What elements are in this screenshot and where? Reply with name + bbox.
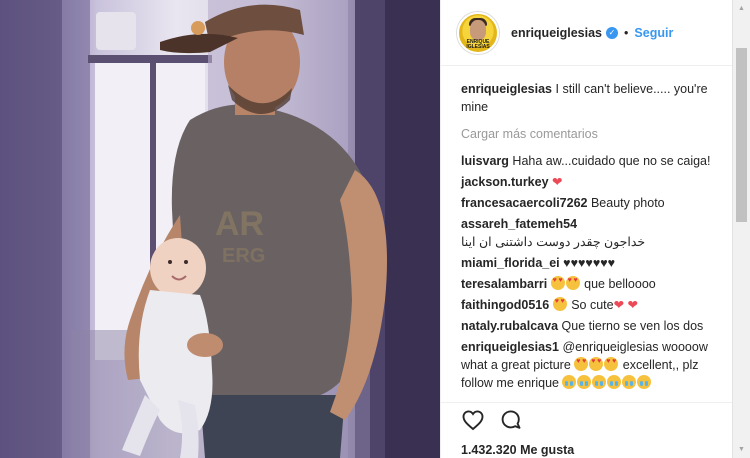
svg-text:ERG: ERG — [222, 245, 265, 267]
page-scrollbar[interactable]: ▲ ▼ — [732, 0, 750, 458]
actions-divider — [441, 402, 733, 403]
heart-eyes-emoji-icon — [589, 357, 604, 371]
comment-text: خداجون چقدر دوست داشتنی ان اینا — [461, 235, 646, 249]
separator-dot: • — [624, 25, 629, 40]
crying-emoji-icon — [577, 375, 592, 389]
comment-username[interactable]: nataly.rubalcava — [461, 319, 558, 333]
comment-username[interactable]: luisvarg — [461, 154, 509, 168]
scroll-up-icon[interactable]: ▲ — [733, 0, 750, 17]
crying-emoji-icon — [607, 375, 622, 389]
comment-username[interactable]: faithingod0516 — [461, 298, 549, 312]
comment-username[interactable]: jackson.turkey — [461, 175, 549, 189]
comment-item: assareh_fatemeh54 خداجون چقدر دوست داشتن… — [461, 215, 717, 251]
comment-text: ♥♥♥♥♥♥♥ — [563, 256, 616, 270]
verified-check-icon: ✓ — [606, 26, 619, 39]
comment-username[interactable]: francesacaercoli7262 — [461, 196, 587, 210]
comment-username[interactable]: miami_florida_ei — [461, 256, 560, 270]
heart-emoji: ❤ — [552, 175, 563, 189]
comment-item: jackson.turkey ❤ — [461, 173, 717, 191]
post-actions — [461, 408, 523, 432]
crying-emoji-icon — [562, 375, 577, 389]
post-photo[interactable]: AR ERG — [0, 0, 440, 458]
heart-eyes-emoji-icon — [565, 276, 580, 290]
heart-eyes-emoji-icon — [574, 357, 589, 371]
crying-emoji-icon — [592, 375, 607, 389]
comment-username[interactable]: assareh_fatemeh54 — [461, 217, 577, 231]
caption: enriqueiglesias I still can't believe...… — [461, 80, 717, 116]
comment-text: Haha aw...cuidado que no se caiga! — [512, 154, 711, 168]
scrollbar-thumb[interactable] — [736, 48, 747, 222]
heart-outline-icon[interactable] — [461, 408, 485, 432]
comment-item: miami_florida_ei ♥♥♥♥♥♥♥ — [461, 254, 717, 272]
post-header: ENRIQUE IGLESIAS enriqueiglesias ✓ • Seg… — [441, 0, 733, 66]
post-username[interactable]: enriqueiglesias — [511, 26, 602, 40]
likes-count[interactable]: 1.432.320 Me gusta — [461, 443, 574, 457]
follow-button[interactable]: Seguir — [634, 26, 673, 40]
comment-item: nataly.rubalcava Que tierno se ven los d… — [461, 317, 717, 335]
avatar-text: ENRIQUE IGLESIAS — [466, 38, 490, 50]
comment-item: teresalambarri que belloooo — [461, 275, 717, 293]
heart-eyes-emoji-icon — [604, 357, 619, 371]
avatar-face — [470, 19, 486, 40]
comment-item: faithingod0516 So cute❤ ❤ — [461, 296, 717, 314]
heart-eyes-emoji-icon — [550, 276, 565, 290]
comment-text: Beauty photo — [590, 196, 665, 210]
comment-item: enriqueiglesias1 @enriqueiglesias woooow… — [461, 338, 717, 392]
scroll-down-icon[interactable]: ▼ — [733, 441, 750, 458]
crying-emoji-icon — [622, 375, 637, 389]
comment-item: luisvarg Haha aw...cuidado que no se cai… — [461, 152, 717, 170]
heart-eyes-emoji-icon — [552, 297, 567, 311]
comment-username[interactable]: teresalambarri — [461, 277, 547, 291]
comment-bubble-icon[interactable] — [499, 408, 523, 432]
crying-emoji-icon — [637, 375, 652, 389]
comments-list: enriqueiglesias I still can't believe...… — [441, 66, 733, 392]
comment-username[interactable]: enriqueiglesias1 — [461, 340, 559, 354]
load-more-comments-button[interactable]: Cargar más comentarios — [461, 126, 717, 142]
heart-emoji: ❤ ❤ — [613, 298, 638, 312]
caption-username[interactable]: enriqueiglesias — [461, 82, 552, 96]
svg-text:AR: AR — [215, 205, 264, 243]
comment-text: Que tierno se ven los dos — [561, 319, 704, 333]
avatar[interactable]: ENRIQUE IGLESIAS — [457, 11, 499, 54]
comment-text: que belloooo — [584, 277, 656, 291]
comment-item: francesacaercoli7262 Beauty photo — [461, 194, 717, 212]
photo-illustration: AR ERG — [0, 0, 440, 458]
post-sidebar: ENRIQUE IGLESIAS enriqueiglesias ✓ • Seg… — [440, 0, 733, 458]
comment-text: So cute — [571, 298, 614, 312]
